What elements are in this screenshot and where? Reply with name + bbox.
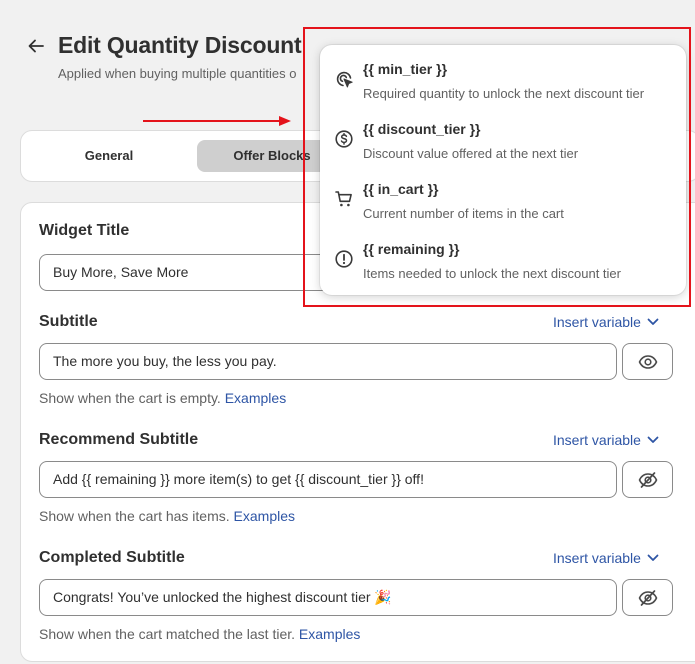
- subtitle-visibility-button[interactable]: [622, 343, 673, 380]
- variable-option-remaining[interactable]: {{ remaining }} Items needed to unlock t…: [320, 225, 686, 283]
- chevron-down-icon: [647, 436, 659, 443]
- subtitle-label: Subtitle: [39, 313, 98, 330]
- recommend-visibility-button[interactable]: [622, 461, 673, 498]
- page-subtitle: Applied when buying multiple quantities …: [58, 66, 297, 81]
- completed-visibility-button[interactable]: [622, 579, 673, 616]
- completed-insert-variable[interactable]: Insert variable: [553, 550, 659, 566]
- completed-examples-link[interactable]: Examples: [299, 626, 360, 642]
- recommend-insert-variable[interactable]: Insert variable: [553, 432, 659, 448]
- variable-name: {{ discount_tier }}: [363, 121, 481, 137]
- variable-name: {{ min_tier }}: [363, 61, 448, 77]
- dollar-circle-icon: [335, 130, 353, 148]
- recommend-examples-link[interactable]: Examples: [234, 508, 295, 524]
- tab-general[interactable]: General: [27, 140, 191, 172]
- cursor-target-icon: [336, 71, 353, 88]
- variable-name: {{ remaining }}: [363, 241, 460, 257]
- variable-description: Items needed to unlock the next discount…: [363, 266, 621, 281]
- recommend-subtitle-input[interactable]: Add {{ remaining }} more item(s) to get …: [39, 461, 617, 498]
- completed-helper: Show when the cart matched the last tier…: [39, 626, 360, 642]
- variable-option-in-cart[interactable]: {{ in_cart }} Current number of items in…: [320, 165, 686, 223]
- recommend-helper-text: Show when the cart has items.: [39, 508, 230, 524]
- recommend-subtitle-label: Recommend Subtitle: [39, 431, 199, 448]
- eye-off-icon: [638, 589, 657, 606]
- subtitle-helper: Show when the cart is empty. Examples: [39, 390, 286, 406]
- insert-variable-label: Insert variable: [553, 314, 641, 330]
- chevron-down-icon: [647, 554, 659, 561]
- widget-title-label: Widget Title: [39, 222, 130, 239]
- page-title: Edit Quantity Discount: [58, 32, 302, 58]
- subtitle-insert-variable[interactable]: Insert variable: [553, 314, 659, 330]
- chevron-down-icon: [647, 318, 659, 325]
- insert-variable-label: Insert variable: [553, 432, 641, 448]
- alert-circle-icon: [335, 250, 353, 268]
- cart-icon: [335, 191, 352, 207]
- variable-description: Required quantity to unlock the next dis…: [363, 86, 645, 101]
- variable-option-min-tier[interactable]: {{ min_tier }} Required quantity to unlo…: [320, 45, 686, 103]
- subtitle-helper-text: Show when the cart is empty.: [39, 390, 221, 406]
- insert-variable-popover: {{ min_tier }} Required quantity to unlo…: [320, 45, 686, 295]
- eye-icon: [638, 354, 657, 369]
- variable-name: {{ in_cart }}: [363, 181, 439, 197]
- eye-off-icon: [638, 471, 657, 488]
- completed-subtitle-input[interactable]: Congrats! You’ve unlocked the highest di…: [39, 579, 617, 616]
- variable-description: Current number of items in the cart: [363, 206, 564, 221]
- completed-helper-text: Show when the cart matched the last tier…: [39, 626, 296, 642]
- subtitle-examples-link[interactable]: Examples: [225, 390, 286, 406]
- insert-variable-label: Insert variable: [553, 550, 641, 566]
- recommend-helper: Show when the cart has items. Examples: [39, 508, 295, 524]
- completed-subtitle-label: Completed Subtitle: [39, 549, 185, 566]
- variable-description: Discount value offered at the next tier: [363, 146, 579, 161]
- annotation-arrow-icon: [143, 116, 291, 126]
- widget-title-input[interactable]: Buy More, Save More: [39, 254, 359, 291]
- back-arrow-icon[interactable]: [26, 36, 46, 56]
- variable-option-discount-tier[interactable]: {{ discount_tier }} Discount value offer…: [320, 105, 686, 163]
- subtitle-input[interactable]: The more you buy, the less you pay.: [39, 343, 617, 380]
